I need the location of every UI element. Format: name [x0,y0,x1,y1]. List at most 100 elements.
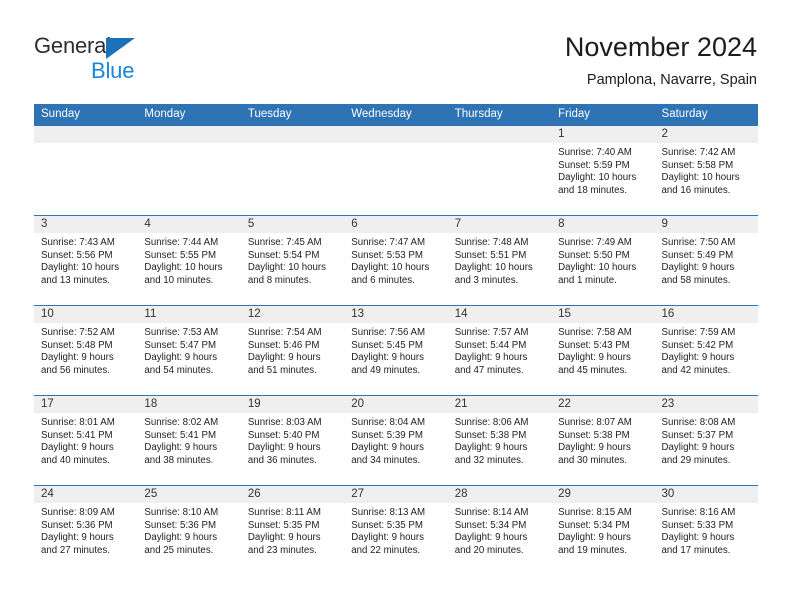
day-details: Sunrise: 8:06 AM Sunset: 5:38 PM Daylight:… [448,413,551,467]
day-details: Sunrise: 8:01 AM Sunset: 5:41 PM Daylight:… [34,413,137,467]
calendar-day-cell[interactable]: 3 Sunrise: 7:43 AM Sunset: 5:56 PM Daylight… [34,215,138,306]
day-details: Sunrise: 8:10 AM Sunset: 5:36 PM Daylight:… [137,503,240,557]
day-detail-line: Sunset: 5:41 PM [144,429,217,441]
calendar-day-cell[interactable]: 19 Sunrise: 8:03 AM Sunset: 5:40 PM Dayligh… [240,395,345,486]
day-detail-line: Sunset: 5:49 PM [661,249,734,261]
calendar-day-cell[interactable]: 29 Sunrise: 8:15 AM Sunset: 5:34 PM Dayligh… [551,485,655,576]
day-detail-line: and 25 minutes. [144,544,214,556]
calendar-day-cell[interactable]: 4 Sunrise: 7:44 AM Sunset: 5:55 PM Daylight… [137,215,241,306]
day-details [344,143,447,147]
calendar-day-cell[interactable]: 10 Sunrise: 7:52 AM Sunset: 5:48 PM Dayligh… [34,305,138,396]
calendar-day-cell[interactable]: 11 Sunrise: 7:53 AM Sunset: 5:47 PM Dayligh… [137,305,241,396]
day-detail-line: Daylight: 9 hours [661,532,735,544]
calendar-day-cell[interactable]: 28 Sunrise: 8:14 AM Sunset: 5:34 PM Dayligh… [447,485,552,576]
calendar-day-cell[interactable]: 20 Sunrise: 8:04 AM Sunset: 5:39 PM Dayligh… [344,395,448,486]
day-details: Sunrise: 7:40 AM Sunset: 5:59 PM Daylight:… [551,143,654,197]
day-detail-line: and 17 minutes. [661,544,731,556]
calendar-day-cell[interactable]: 8 Sunrise: 7:49 AM Sunset: 5:50 PM Daylight… [551,215,655,306]
calendar-day-cell[interactable]: 14 Sunrise: 7:57 AM Sunset: 5:44 PM Dayligh… [447,305,552,396]
calendar-day-cell[interactable]: 6 Sunrise: 7:47 AM Sunset: 5:53 PM Daylight… [344,215,448,306]
day-detail-line: and 18 minutes. [558,184,628,196]
calendar-day-cell[interactable]: 2 Sunrise: 7:42 AM Sunset: 5:58 PM Daylight… [654,125,758,216]
day-detail-line: Daylight: 9 hours [41,352,114,364]
day-details: Sunrise: 8:04 AM Sunset: 5:39 PM Daylight:… [344,413,447,467]
calendar-day-cell[interactable]: 15 Sunrise: 7:58 AM Sunset: 5:43 PM Dayligh… [551,305,655,396]
day-detail-line: and 38 minutes. [144,454,214,466]
day-detail-line: Daylight: 9 hours [558,532,631,544]
calendar-day-cell[interactable]: 5 Sunrise: 7:45 AM Sunset: 5:54 PM Daylight… [240,215,345,306]
calendar-day-cell[interactable]: 24 Sunrise: 8:09 AM Sunset: 5:36 PM Dayligh… [34,485,138,576]
day-detail-line: Sunset: 5:58 PM [661,159,734,171]
calendar-day-cell[interactable]: 17 Sunrise: 8:01 AM Sunset: 5:41 PM Dayligh… [34,395,138,486]
day-number: 11 [137,306,241,323]
day-detail-line: Daylight: 10 hours [144,262,223,274]
day-detail-line: and 36 minutes. [247,454,317,466]
day-detail-line: Sunrise: 8:15 AM [558,507,632,518]
day-detail-line: Daylight: 10 hours [41,262,120,274]
calendar-week-row: 3 Sunrise: 7:43 AM Sunset: 5:56 PM Daylight… [34,215,758,306]
day-number: 28 [447,486,552,503]
day-cell-content: 15 Sunrise: 7:58 AM Sunset: 5:43 PM Dayligh… [551,306,655,394]
day-detail-line: Daylight: 9 hours [351,352,424,364]
calendar-day-cell[interactable]: 27 Sunrise: 8:13 AM Sunset: 5:35 PM Dayligh… [344,485,448,576]
day-detail-line: Daylight: 9 hours [661,352,735,364]
day-detail-line: Sunset: 5:39 PM [351,429,423,441]
day-detail-line: Daylight: 9 hours [351,442,424,454]
day-number: 8 [551,216,655,233]
day-number [34,126,138,143]
calendar-header-row: Sunday Monday Tuesday Wednesday Thursday Frid… [34,104,758,126]
day-cell-content: 30 Sunrise: 8:16 AM Sunset: 5:33 PM Dayligh… [654,486,758,574]
day-number: 3 [34,216,138,233]
calendar-day-cell[interactable]: 16 Sunrise: 7:59 AM Sunset: 5:42 PM Dayligh… [654,305,758,396]
day-cell-content: 16 Sunrise: 7:59 AM Sunset: 5:42 PM Dayligh… [654,306,758,394]
day-detail-line: Sunrise: 7:59 AM [661,327,736,338]
calendar-day-cell[interactable]: 30 Sunrise: 8:16 AM Sunset: 5:33 PM Dayligh… [654,485,758,576]
calendar-day-cell[interactable]: 12 Sunrise: 7:54 AM Sunset: 5:46 PM Dayligh… [240,305,345,396]
day-number: 30 [654,486,758,503]
day-detail-line: Sunset: 5:54 PM [247,249,320,261]
calendar-day-cell[interactable]: 9 Sunrise: 7:50 AM Sunset: 5:49 PM Daylight… [654,215,758,306]
calendar-day-cell[interactable]: 26 Sunrise: 8:11 AM Sunset: 5:35 PM Dayligh… [240,485,345,576]
calendar-day-cell[interactable]: 18 Sunrise: 8:02 AM Sunset: 5:41 PM Dayligh… [137,395,241,486]
calendar-day-cell[interactable]: 1 Sunrise: 7:40 AM Sunset: 5:59 PM Daylight… [551,125,655,216]
calendar-week-row: 1 Sunrise: 7:40 AM Sunset: 5:59 PM Daylight… [34,125,758,216]
day-detail-line: Daylight: 9 hours [454,532,528,544]
day-number: 6 [344,216,448,233]
day-details: Sunrise: 8:08 AM Sunset: 5:37 PM Daylight:… [655,413,758,467]
day-number: 9 [654,216,758,233]
day-detail-line: and 29 minutes. [661,454,731,466]
day-details [448,143,551,147]
calendar-cell-empty [137,125,241,216]
day-cell-content: 20 Sunrise: 8:04 AM Sunset: 5:39 PM Dayligh… [344,396,448,484]
day-cell-content: 8 Sunrise: 7:49 AM Sunset: 5:50 PM Daylight… [551,216,655,304]
calendar-day-cell[interactable]: 23 Sunrise: 8:08 AM Sunset: 5:37 PM Dayligh… [654,395,758,486]
day-detail-line: Sunrise: 7:57 AM [454,327,529,338]
day-details: Sunrise: 7:58 AM Sunset: 5:43 PM Daylight:… [551,323,654,377]
calendar-day-cell[interactable]: 22 Sunrise: 8:07 AM Sunset: 5:38 PM Dayligh… [551,395,655,486]
calendar-day-cell[interactable]: 21 Sunrise: 8:06 AM Sunset: 5:38 PM Dayligh… [447,395,552,486]
day-detail-line: Sunrise: 8:04 AM [351,417,426,428]
day-detail-line: and 45 minutes. [558,364,628,376]
day-details: Sunrise: 8:02 AM Sunset: 5:41 PM Daylight:… [137,413,240,467]
day-details: Sunrise: 7:43 AM Sunset: 5:56 PM Daylight:… [34,233,137,287]
day-cell-content: 18 Sunrise: 8:02 AM Sunset: 5:41 PM Dayligh… [137,396,241,484]
day-detail-line: Sunset: 5:59 PM [558,159,630,171]
day-number: 27 [344,486,448,503]
day-detail-line: Daylight: 9 hours [558,442,631,454]
day-detail-line: Sunrise: 7:44 AM [144,237,219,248]
calendar-day-cell[interactable]: 25 Sunrise: 8:10 AM Sunset: 5:36 PM Dayligh… [137,485,241,576]
day-cell-content: 25 Sunrise: 8:10 AM Sunset: 5:36 PM Dayligh… [137,486,241,574]
day-detail-line: Sunset: 5:35 PM [247,519,320,531]
day-detail-line: Daylight: 10 hours [558,262,637,274]
day-cell-content: 22 Sunrise: 8:07 AM Sunset: 5:38 PM Dayligh… [551,396,655,484]
brand-name-blue: Blue [91,58,135,83]
day-detail-line: Sunset: 5:36 PM [41,519,113,531]
day-details: Sunrise: 7:48 AM Sunset: 5:51 PM Daylight:… [448,233,551,287]
triangle-icon [106,38,135,59]
calendar-day-cell[interactable]: 7 Sunrise: 7:48 AM Sunset: 5:51 PM Daylight… [447,215,552,306]
day-detail-line: Daylight: 10 hours [454,262,533,274]
day-detail-line: Sunrise: 8:06 AM [454,417,529,428]
calendar-day-cell[interactable]: 13 Sunrise: 7:56 AM Sunset: 5:45 PM Dayligh… [344,305,448,396]
weekday-header-thursday: Thursday [447,104,552,126]
brand-logo[interactable]: General Blue [34,33,254,89]
